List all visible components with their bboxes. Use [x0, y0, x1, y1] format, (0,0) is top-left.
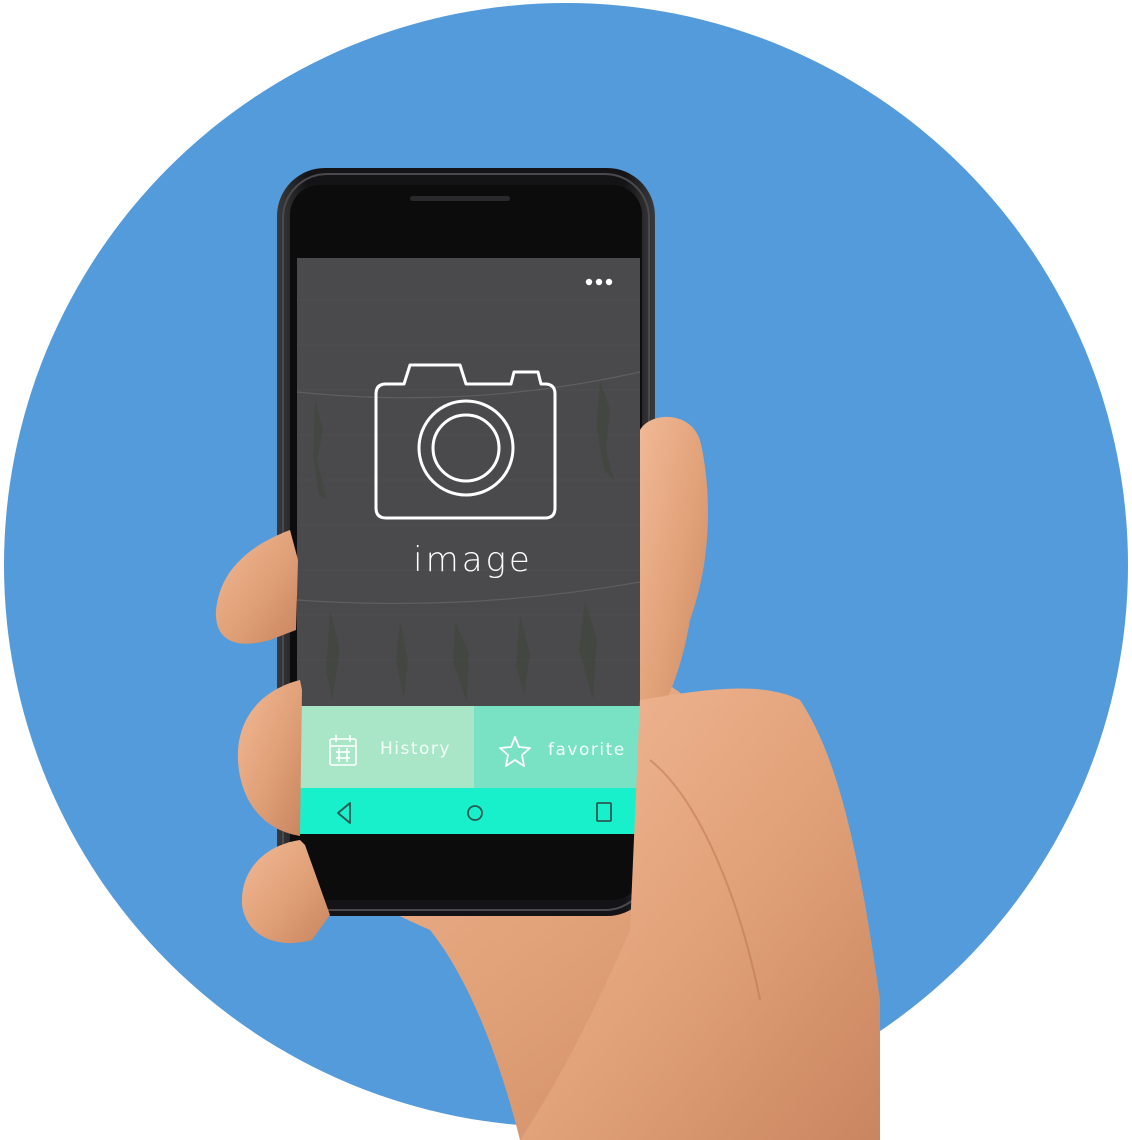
tab-favorite-label[interactable]: favorite [548, 740, 626, 760]
tab-history-label[interactable]: History [380, 739, 451, 759]
app-title: image [413, 540, 533, 580]
more-dots-icon[interactable] [585, 278, 613, 286]
